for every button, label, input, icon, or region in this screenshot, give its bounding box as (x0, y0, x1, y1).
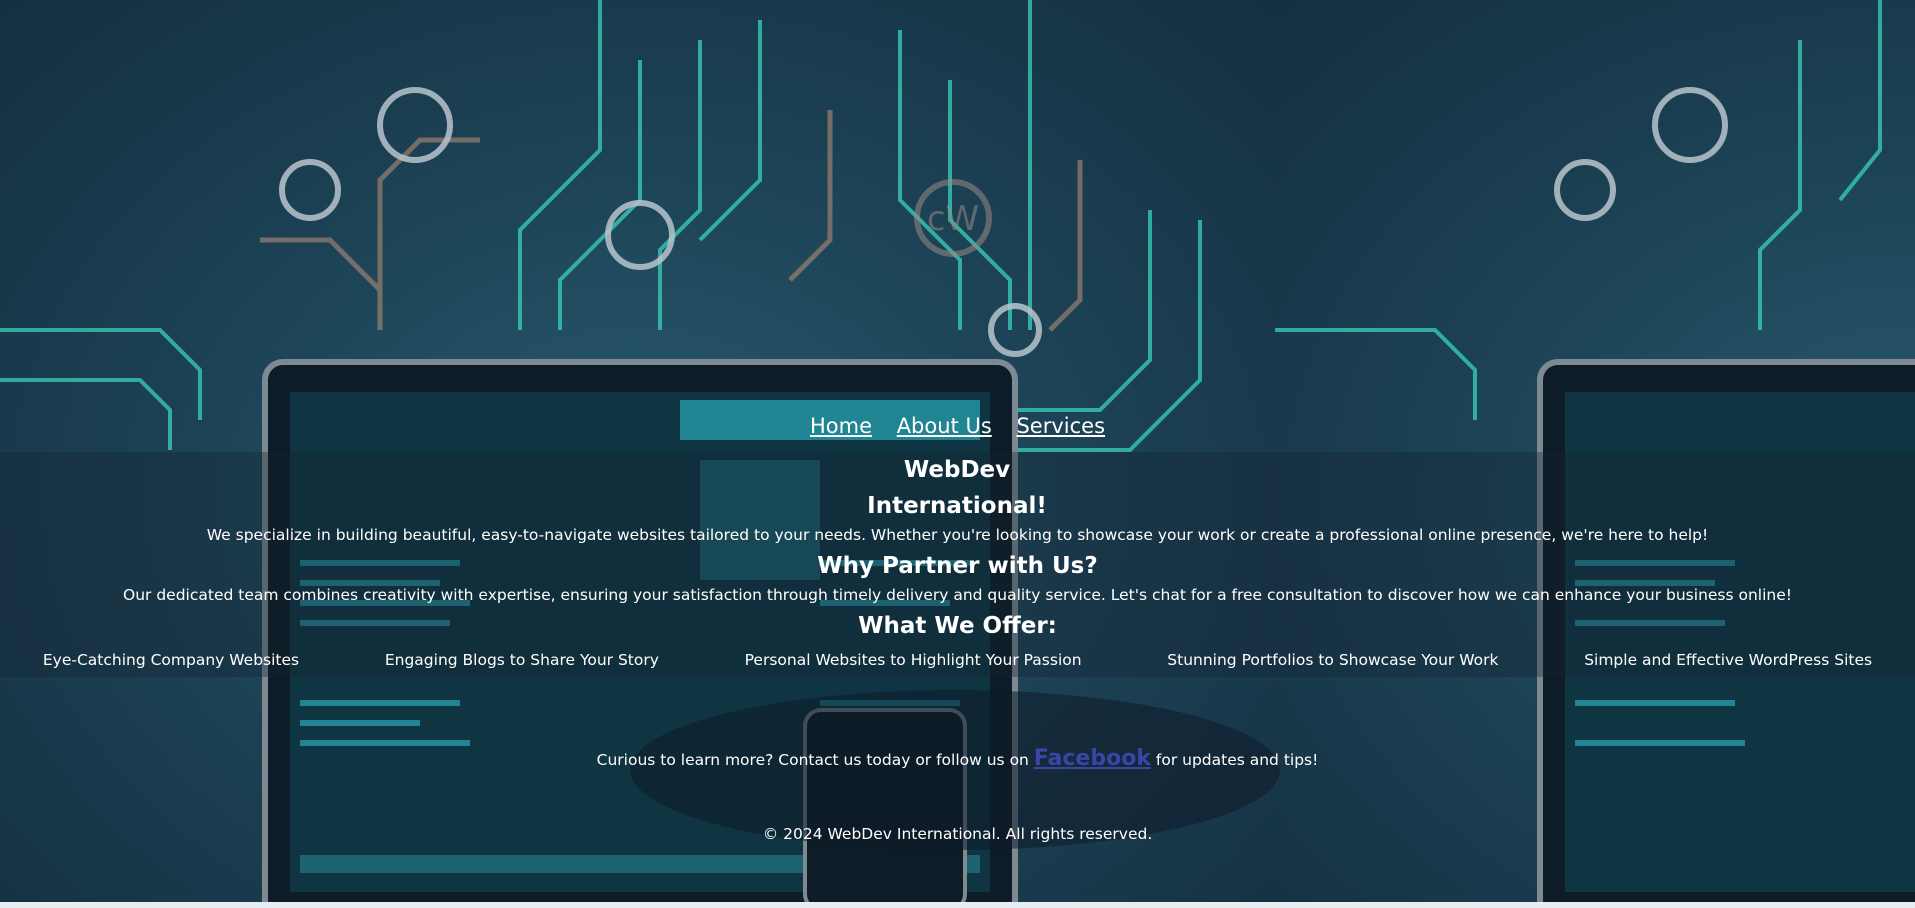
offer-item: Engaging Blogs to Share Your Story (384, 651, 659, 669)
why-text: Our dedicated team combines creativity w… (123, 586, 1792, 604)
nav-services-link[interactable]: Services (1016, 414, 1105, 438)
facebook-link[interactable]: Facebook (1034, 746, 1151, 771)
svg-text:cW: cW (927, 199, 979, 239)
cta-after: for updates and tips! (1150, 751, 1319, 769)
intro-text: We specialize in building beautiful, eas… (206, 526, 1709, 544)
nav-about-link[interactable]: About Us (897, 414, 992, 438)
offer-item: Eye-Catching Company Websites (42, 651, 300, 669)
cta-before: Curious to learn more? Contact us today … (596, 751, 1034, 769)
nav-home-link[interactable]: Home (810, 414, 872, 438)
offer-item: Simple and Effective WordPress Sites (1584, 651, 1873, 669)
offer-list: Eye-Catching Company Websites Engaging B… (0, 651, 1915, 669)
page-title: WebDev International! (857, 452, 1057, 524)
footer-copyright: © 2024 WebDev International. All rights … (762, 825, 1153, 843)
cw-logo-icon: cW (914, 179, 992, 257)
title-line-1: WebDev (903, 457, 1011, 483)
cta-text: Curious to learn more? Contact us today … (0, 746, 1915, 771)
title-line-2: International! (867, 493, 1047, 519)
offer-item: Stunning Portfolios to Showcase Your Wor… (1167, 651, 1499, 669)
offer-item: Personal Websites to Highlight Your Pass… (744, 651, 1082, 669)
page-bottom-strip (0, 902, 1915, 908)
why-heading: Why Partner with Us? (817, 553, 1098, 579)
main-nav: Home About Us Services (0, 414, 1915, 438)
offer-heading: What We Offer: (858, 613, 1057, 639)
